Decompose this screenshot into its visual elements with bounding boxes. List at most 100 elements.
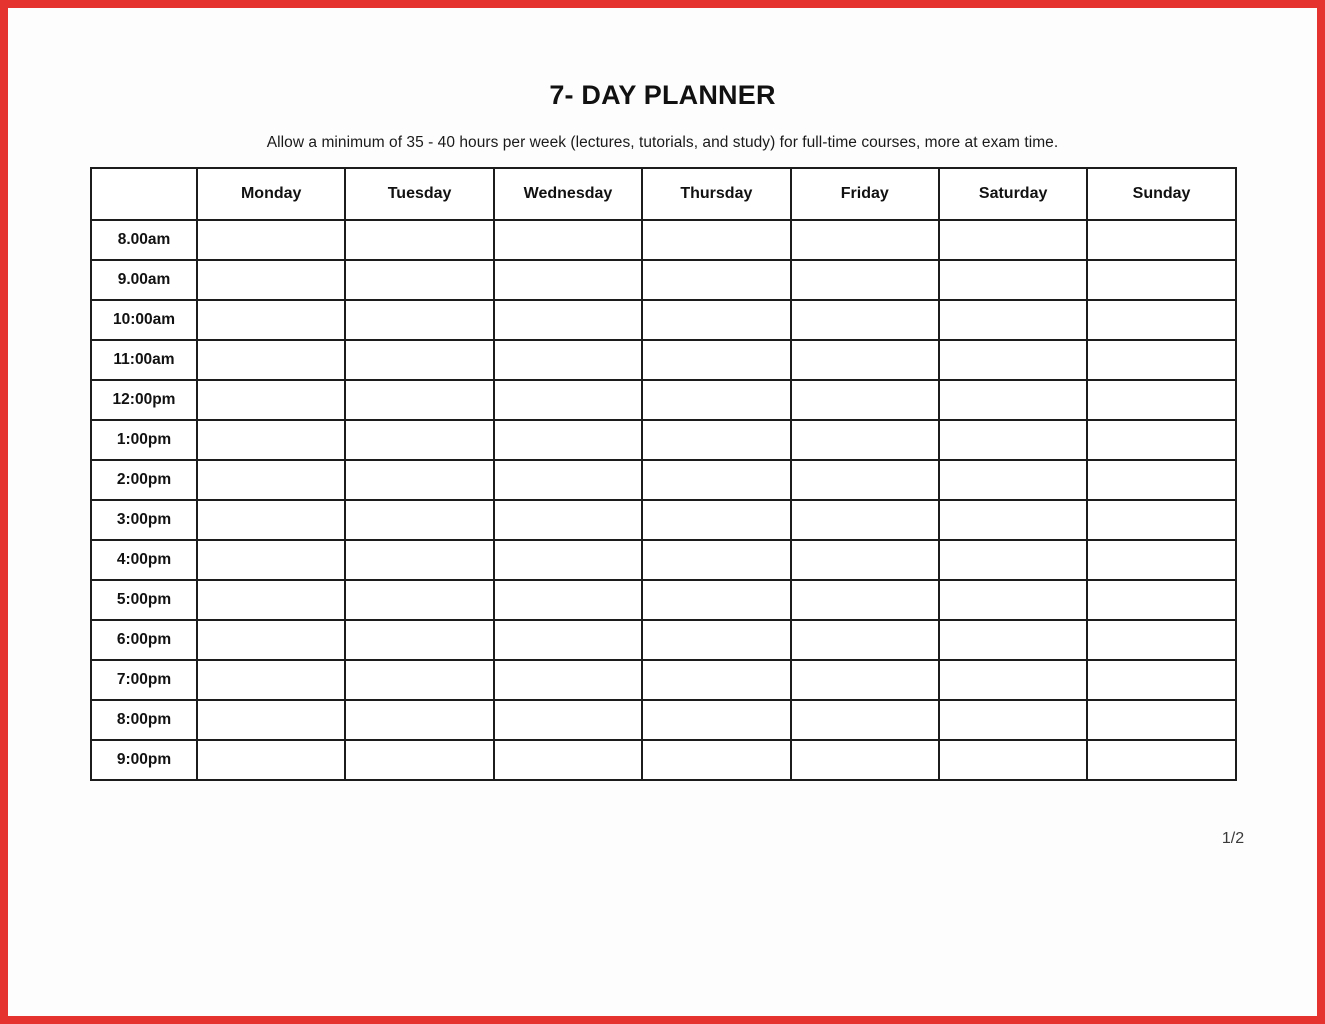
slot-cell-wednesday-13[interactable]: [492, 739, 644, 781]
slot-cell-thursday-1[interactable]: [641, 259, 792, 301]
slot-cell-wednesday-0[interactable]: [492, 219, 644, 261]
slot-cell-wednesday-11[interactable]: [492, 659, 644, 701]
slot-cell-wednesday-3[interactable]: [492, 339, 644, 381]
slot-cell-monday-10[interactable]: [195, 619, 347, 661]
slot-cell-sunday-13[interactable]: [1086, 739, 1237, 781]
slot-cell-tuesday-4[interactable]: [344, 379, 495, 421]
slot-cell-friday-13[interactable]: [789, 739, 940, 781]
slot-cell-tuesday-5[interactable]: [344, 419, 495, 461]
slot-cell-thursday-11[interactable]: [641, 659, 792, 701]
slot-cell-thursday-0[interactable]: [641, 219, 792, 261]
slot-cell-friday-10[interactable]: [789, 619, 940, 661]
slot-cell-saturday-8[interactable]: [937, 539, 1089, 581]
slot-cell-saturday-1[interactable]: [937, 259, 1089, 301]
slot-cell-wednesday-7[interactable]: [492, 499, 644, 541]
slot-cell-sunday-1[interactable]: [1086, 259, 1237, 301]
slot-cell-monday-2[interactable]: [195, 299, 347, 341]
slot-cell-tuesday-8[interactable]: [344, 539, 495, 581]
slot-cell-monday-3[interactable]: [195, 339, 347, 381]
slot-cell-friday-5[interactable]: [789, 419, 940, 461]
slot-cell-tuesday-1[interactable]: [344, 259, 495, 301]
slot-cell-friday-9[interactable]: [789, 579, 940, 621]
slot-cell-monday-5[interactable]: [195, 419, 347, 461]
slot-cell-saturday-2[interactable]: [937, 299, 1089, 341]
slot-cell-thursday-2[interactable]: [641, 299, 792, 341]
slot-cell-wednesday-4[interactable]: [492, 379, 644, 421]
slot-cell-sunday-5[interactable]: [1086, 419, 1237, 461]
slot-cell-saturday-7[interactable]: [937, 499, 1089, 541]
slot-cell-sunday-10[interactable]: [1086, 619, 1237, 661]
slot-cell-wednesday-1[interactable]: [492, 259, 644, 301]
slot-cell-friday-4[interactable]: [789, 379, 940, 421]
slot-cell-sunday-11[interactable]: [1086, 659, 1237, 701]
slot-cell-monday-7[interactable]: [195, 499, 347, 541]
time-label-cell: 12:00pm: [90, 379, 198, 421]
slot-cell-saturday-5[interactable]: [937, 419, 1089, 461]
slot-cell-thursday-3[interactable]: [641, 339, 792, 381]
slot-cell-friday-0[interactable]: [789, 219, 940, 261]
slot-cell-tuesday-11[interactable]: [344, 659, 495, 701]
slot-cell-sunday-8[interactable]: [1086, 539, 1237, 581]
slot-cell-sunday-0[interactable]: [1086, 219, 1237, 261]
slot-cell-sunday-2[interactable]: [1086, 299, 1237, 341]
slot-cell-saturday-10[interactable]: [937, 619, 1089, 661]
slot-cell-saturday-0[interactable]: [937, 219, 1089, 261]
slot-cell-monday-13[interactable]: [195, 739, 347, 781]
slot-cell-tuesday-12[interactable]: [344, 699, 495, 741]
time-label-cell: 6:00pm: [90, 619, 198, 661]
slot-cell-sunday-4[interactable]: [1086, 379, 1237, 421]
slot-cell-sunday-6[interactable]: [1086, 459, 1237, 501]
slot-cell-thursday-12[interactable]: [641, 699, 792, 741]
slot-cell-friday-8[interactable]: [789, 539, 940, 581]
slot-cell-monday-8[interactable]: [195, 539, 347, 581]
slot-cell-sunday-3[interactable]: [1086, 339, 1237, 381]
slot-cell-monday-0[interactable]: [195, 219, 347, 261]
slot-cell-monday-6[interactable]: [195, 459, 347, 501]
slot-cell-thursday-7[interactable]: [641, 499, 792, 541]
slot-cell-monday-12[interactable]: [195, 699, 347, 741]
slot-cell-friday-12[interactable]: [789, 699, 940, 741]
slot-cell-sunday-9[interactable]: [1086, 579, 1237, 621]
slot-cell-saturday-11[interactable]: [937, 659, 1089, 701]
slot-cell-tuesday-6[interactable]: [344, 459, 495, 501]
slot-cell-tuesday-0[interactable]: [344, 219, 495, 261]
slot-cell-friday-6[interactable]: [789, 459, 940, 501]
slot-cell-wednesday-8[interactable]: [492, 539, 644, 581]
slot-cell-friday-7[interactable]: [789, 499, 940, 541]
slot-cell-friday-11[interactable]: [789, 659, 940, 701]
slot-cell-friday-2[interactable]: [789, 299, 940, 341]
slot-cell-wednesday-10[interactable]: [492, 619, 644, 661]
slot-cell-wednesday-5[interactable]: [492, 419, 644, 461]
slot-cell-friday-3[interactable]: [789, 339, 940, 381]
slot-cell-sunday-12[interactable]: [1086, 699, 1237, 741]
slot-cell-tuesday-10[interactable]: [344, 619, 495, 661]
slot-cell-thursday-4[interactable]: [641, 379, 792, 421]
slot-cell-tuesday-13[interactable]: [344, 739, 495, 781]
slot-cell-tuesday-7[interactable]: [344, 499, 495, 541]
slot-cell-monday-4[interactable]: [195, 379, 347, 421]
slot-cell-thursday-13[interactable]: [641, 739, 792, 781]
slot-cell-thursday-5[interactable]: [641, 419, 792, 461]
slot-cell-friday-1[interactable]: [789, 259, 940, 301]
slot-cell-saturday-13[interactable]: [937, 739, 1089, 781]
slot-cell-tuesday-9[interactable]: [344, 579, 495, 621]
slot-cell-thursday-8[interactable]: [641, 539, 792, 581]
slot-cell-saturday-12[interactable]: [937, 699, 1089, 741]
slot-cell-saturday-3[interactable]: [937, 339, 1089, 381]
slot-cell-wednesday-9[interactable]: [492, 579, 644, 621]
slot-cell-monday-1[interactable]: [195, 259, 347, 301]
slot-cell-thursday-9[interactable]: [641, 579, 792, 621]
slot-cell-wednesday-2[interactable]: [492, 299, 644, 341]
slot-cell-monday-9[interactable]: [195, 579, 347, 621]
slot-cell-tuesday-3[interactable]: [344, 339, 495, 381]
slot-cell-thursday-6[interactable]: [641, 459, 792, 501]
slot-cell-saturday-4[interactable]: [937, 379, 1089, 421]
slot-cell-tuesday-2[interactable]: [344, 299, 495, 341]
slot-cell-monday-11[interactable]: [195, 659, 347, 701]
slot-cell-thursday-10[interactable]: [641, 619, 792, 661]
slot-cell-wednesday-12[interactable]: [492, 699, 644, 741]
slot-cell-saturday-9[interactable]: [937, 579, 1089, 621]
slot-cell-wednesday-6[interactable]: [492, 459, 644, 501]
slot-cell-sunday-7[interactable]: [1086, 499, 1237, 541]
slot-cell-saturday-6[interactable]: [937, 459, 1089, 501]
